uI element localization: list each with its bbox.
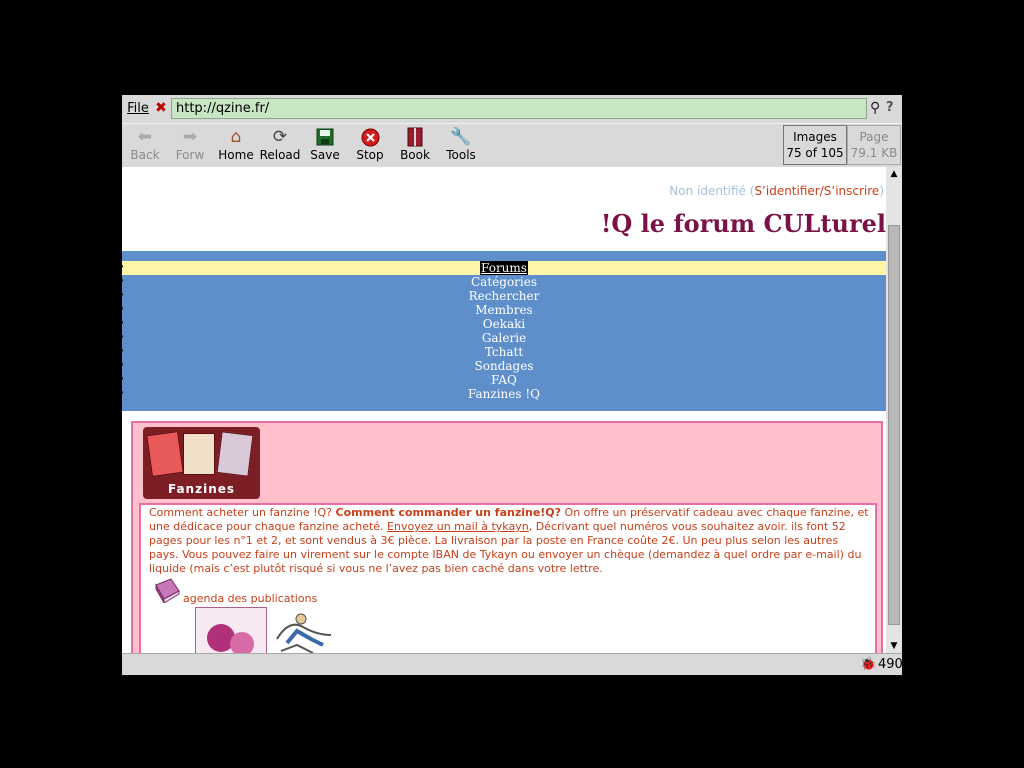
intro-text: Comment acheter un fanzine !Q? Comment c… (149, 506, 869, 576)
bug-count: 490 (878, 657, 902, 672)
tools-label: Tools (446, 148, 476, 162)
stop-label: Stop (356, 148, 384, 162)
forward-label: Forw (175, 148, 205, 162)
bookmark-button[interactable]: Book (398, 126, 432, 164)
page-size: 79.1 KB (850, 146, 898, 160)
login-status-text: Non identifié (669, 184, 746, 198)
nav-label-forums: Forums (480, 261, 528, 275)
fanzine-cover-thumbnail[interactable] (195, 607, 267, 653)
bookmark-icon (398, 126, 432, 148)
url-input[interactable]: http://qzine.fr/ (171, 98, 867, 119)
agenda-link[interactable]: agenda des publications (183, 592, 317, 605)
vertical-scrollbar[interactable]: ▲ ▼ (886, 167, 902, 653)
toolbar: ⬅ Back ➡ Forw ⌂ Home ⟳ Reload Save Stop (122, 123, 902, 168)
save-label: Save (310, 148, 340, 162)
home-icon: ⌂ (230, 127, 242, 147)
banner-card-3 (216, 431, 254, 477)
page-size-counter[interactable]: Page 79.1 KB (847, 125, 901, 165)
nav-item-categories[interactable]: Catégories (122, 275, 886, 289)
banner-label: Fanzines (167, 482, 236, 496)
back-arrow-icon: ⬅ (137, 127, 153, 147)
save-icon (307, 126, 343, 148)
site-title: !Q le forum CULturel (600, 209, 886, 238)
nav-item-oekaki[interactable]: Oekaki (122, 317, 886, 331)
reload-icon: ⟳ (272, 127, 288, 147)
drawing-thumbnail[interactable] (267, 609, 337, 653)
images-label: Images (793, 130, 837, 144)
scroll-up-arrow-icon[interactable]: ▲ (886, 167, 902, 181)
forward-arrow-icon: ➡ (182, 127, 198, 147)
images-counter[interactable]: Images 75 of 105 (783, 125, 847, 165)
fanzines-panel: Fanzines Comment acheter un fanzine !Q? … (131, 421, 883, 653)
reload-button[interactable]: ⟳ Reload (259, 126, 301, 164)
bug-icon[interactable]: 🐞 (860, 657, 876, 672)
intro-bold: Comment commander un fanzine!Q? (335, 506, 562, 519)
stop-button[interactable]: Stop (352, 126, 388, 164)
page-label: Page (859, 130, 889, 144)
nav-item-chat[interactable]: Tchatt (122, 345, 886, 359)
tools-icon: 🔧 (450, 127, 472, 147)
login-paren-close: ) (879, 184, 884, 198)
help-icon[interactable]: ? (886, 99, 900, 117)
file-menu-button[interactable]: File (125, 98, 151, 119)
save-button[interactable]: Save (307, 126, 343, 164)
stop-icon (352, 126, 388, 148)
nav-item-search[interactable]: Rechercher (122, 289, 886, 303)
agenda-book-icon[interactable] (153, 577, 181, 605)
url-bar: File ✖ http://qzine.fr/ ⚲ ? (122, 95, 902, 122)
fanzines-banner[interactable]: Fanzines (143, 427, 260, 499)
back-label: Back (130, 148, 160, 162)
nav-item-faq[interactable]: FAQ (122, 373, 886, 387)
nav-item-fanzines[interactable]: Fanzines !Q (122, 387, 886, 401)
login-status: Non identifié (S’identifier/S’inscrire) (669, 184, 884, 198)
nav-item-forums[interactable]: Forums (122, 261, 886, 275)
main-nav: Forums Catégories Rechercher Membres Oek… (122, 251, 886, 411)
status-bar: 🐞 490 (122, 653, 902, 675)
tools-button[interactable]: 🔧 Tools (442, 126, 480, 164)
images-count: 75 of 105 (786, 146, 844, 160)
forward-button[interactable]: ➡ Forw (170, 126, 210, 164)
banner-card-1 (146, 430, 184, 478)
reload-label: Reload (259, 148, 301, 162)
clear-url-icon[interactable]: ✖ (153, 99, 169, 117)
home-button[interactable]: ⌂ Home (216, 126, 256, 164)
scrollbar-thumb[interactable] (888, 225, 900, 625)
search-icon[interactable]: ⚲ (870, 99, 884, 117)
login-register-link[interactable]: S’identifier/S’inscrire (754, 184, 879, 198)
home-label: Home (218, 148, 254, 162)
back-button[interactable]: ⬅ Back (127, 126, 163, 164)
nav-item-gallery[interactable]: Galerie (122, 331, 886, 345)
nav-item-polls[interactable]: Sondages (122, 359, 886, 373)
file-menu-label: File (127, 101, 149, 116)
nav-item-members[interactable]: Membres (122, 303, 886, 317)
banner-card-2 (183, 433, 215, 475)
mail-tykayn-link[interactable]: Envoyez un mail à tykayn (387, 520, 529, 533)
scroll-down-arrow-icon[interactable]: ▼ (886, 639, 902, 653)
fanzines-info: Comment acheter un fanzine !Q? Comment c… (139, 503, 877, 653)
browser-window: File ✖ http://qzine.fr/ ⚲ ? ⬅ Back ➡ For… (122, 95, 902, 675)
intro-part-1: Comment acheter un fanzine !Q? (149, 506, 336, 519)
web-content: Non identifié (S’identifier/S’inscrire) … (122, 167, 886, 653)
bookmark-label: Book (400, 148, 430, 162)
